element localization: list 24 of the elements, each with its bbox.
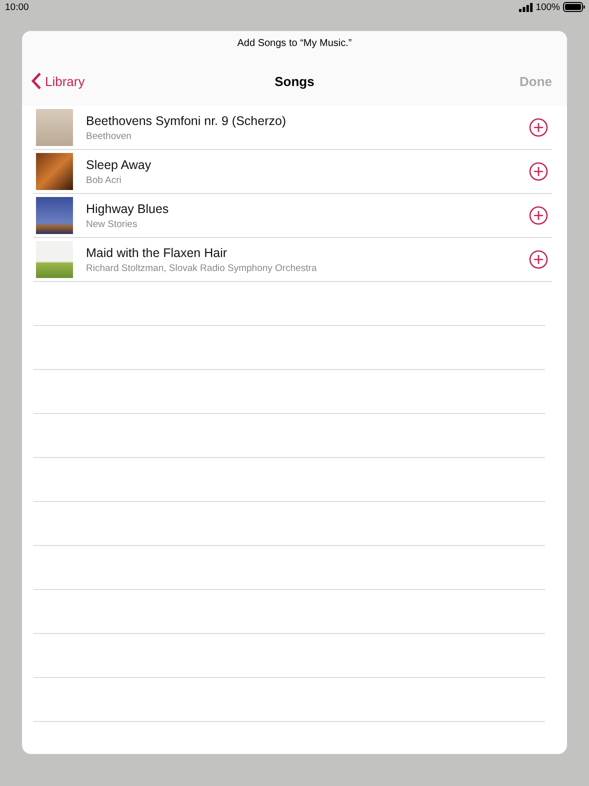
song-title: Sleep Away bbox=[86, 158, 152, 172]
add-icon[interactable] bbox=[529, 118, 548, 137]
signal-icon bbox=[518, 2, 533, 12]
chevron-left-icon bbox=[31, 72, 42, 90]
song-title: Highway Blues bbox=[86, 202, 170, 216]
battery-percent: 100% bbox=[536, 2, 560, 12]
song-title: Maid with the Flaxen Hair bbox=[86, 246, 228, 260]
album-art-placeholder bbox=[36, 241, 73, 278]
song-artist: Richard Stoltzman, Slovak Radio Symphony Orchestra bbox=[86, 262, 318, 274]
song-artist: New Stories bbox=[86, 218, 138, 230]
add-icon[interactable] bbox=[529, 250, 548, 269]
status-time: 10:00 bbox=[5, 2, 29, 12]
song-artist: Beethoven bbox=[86, 130, 132, 142]
battery-icon bbox=[563, 2, 585, 12]
album-art-placeholder bbox=[36, 109, 73, 146]
add-icon[interactable] bbox=[529, 162, 548, 181]
back-button[interactable]: Library bbox=[31, 72, 85, 90]
song-artist: Bob Acri bbox=[86, 174, 122, 186]
sheet-prompt: Add Songs to “My Music.” bbox=[236, 37, 353, 51]
song-title: Beethovens Symfoni nr. 9 (Scherzo) bbox=[86, 114, 288, 128]
album-art-placeholder bbox=[36, 197, 73, 234]
album-art-placeholder bbox=[36, 153, 73, 190]
sheet-title: Songs bbox=[274, 74, 314, 88]
add-icon[interactable] bbox=[529, 206, 548, 225]
